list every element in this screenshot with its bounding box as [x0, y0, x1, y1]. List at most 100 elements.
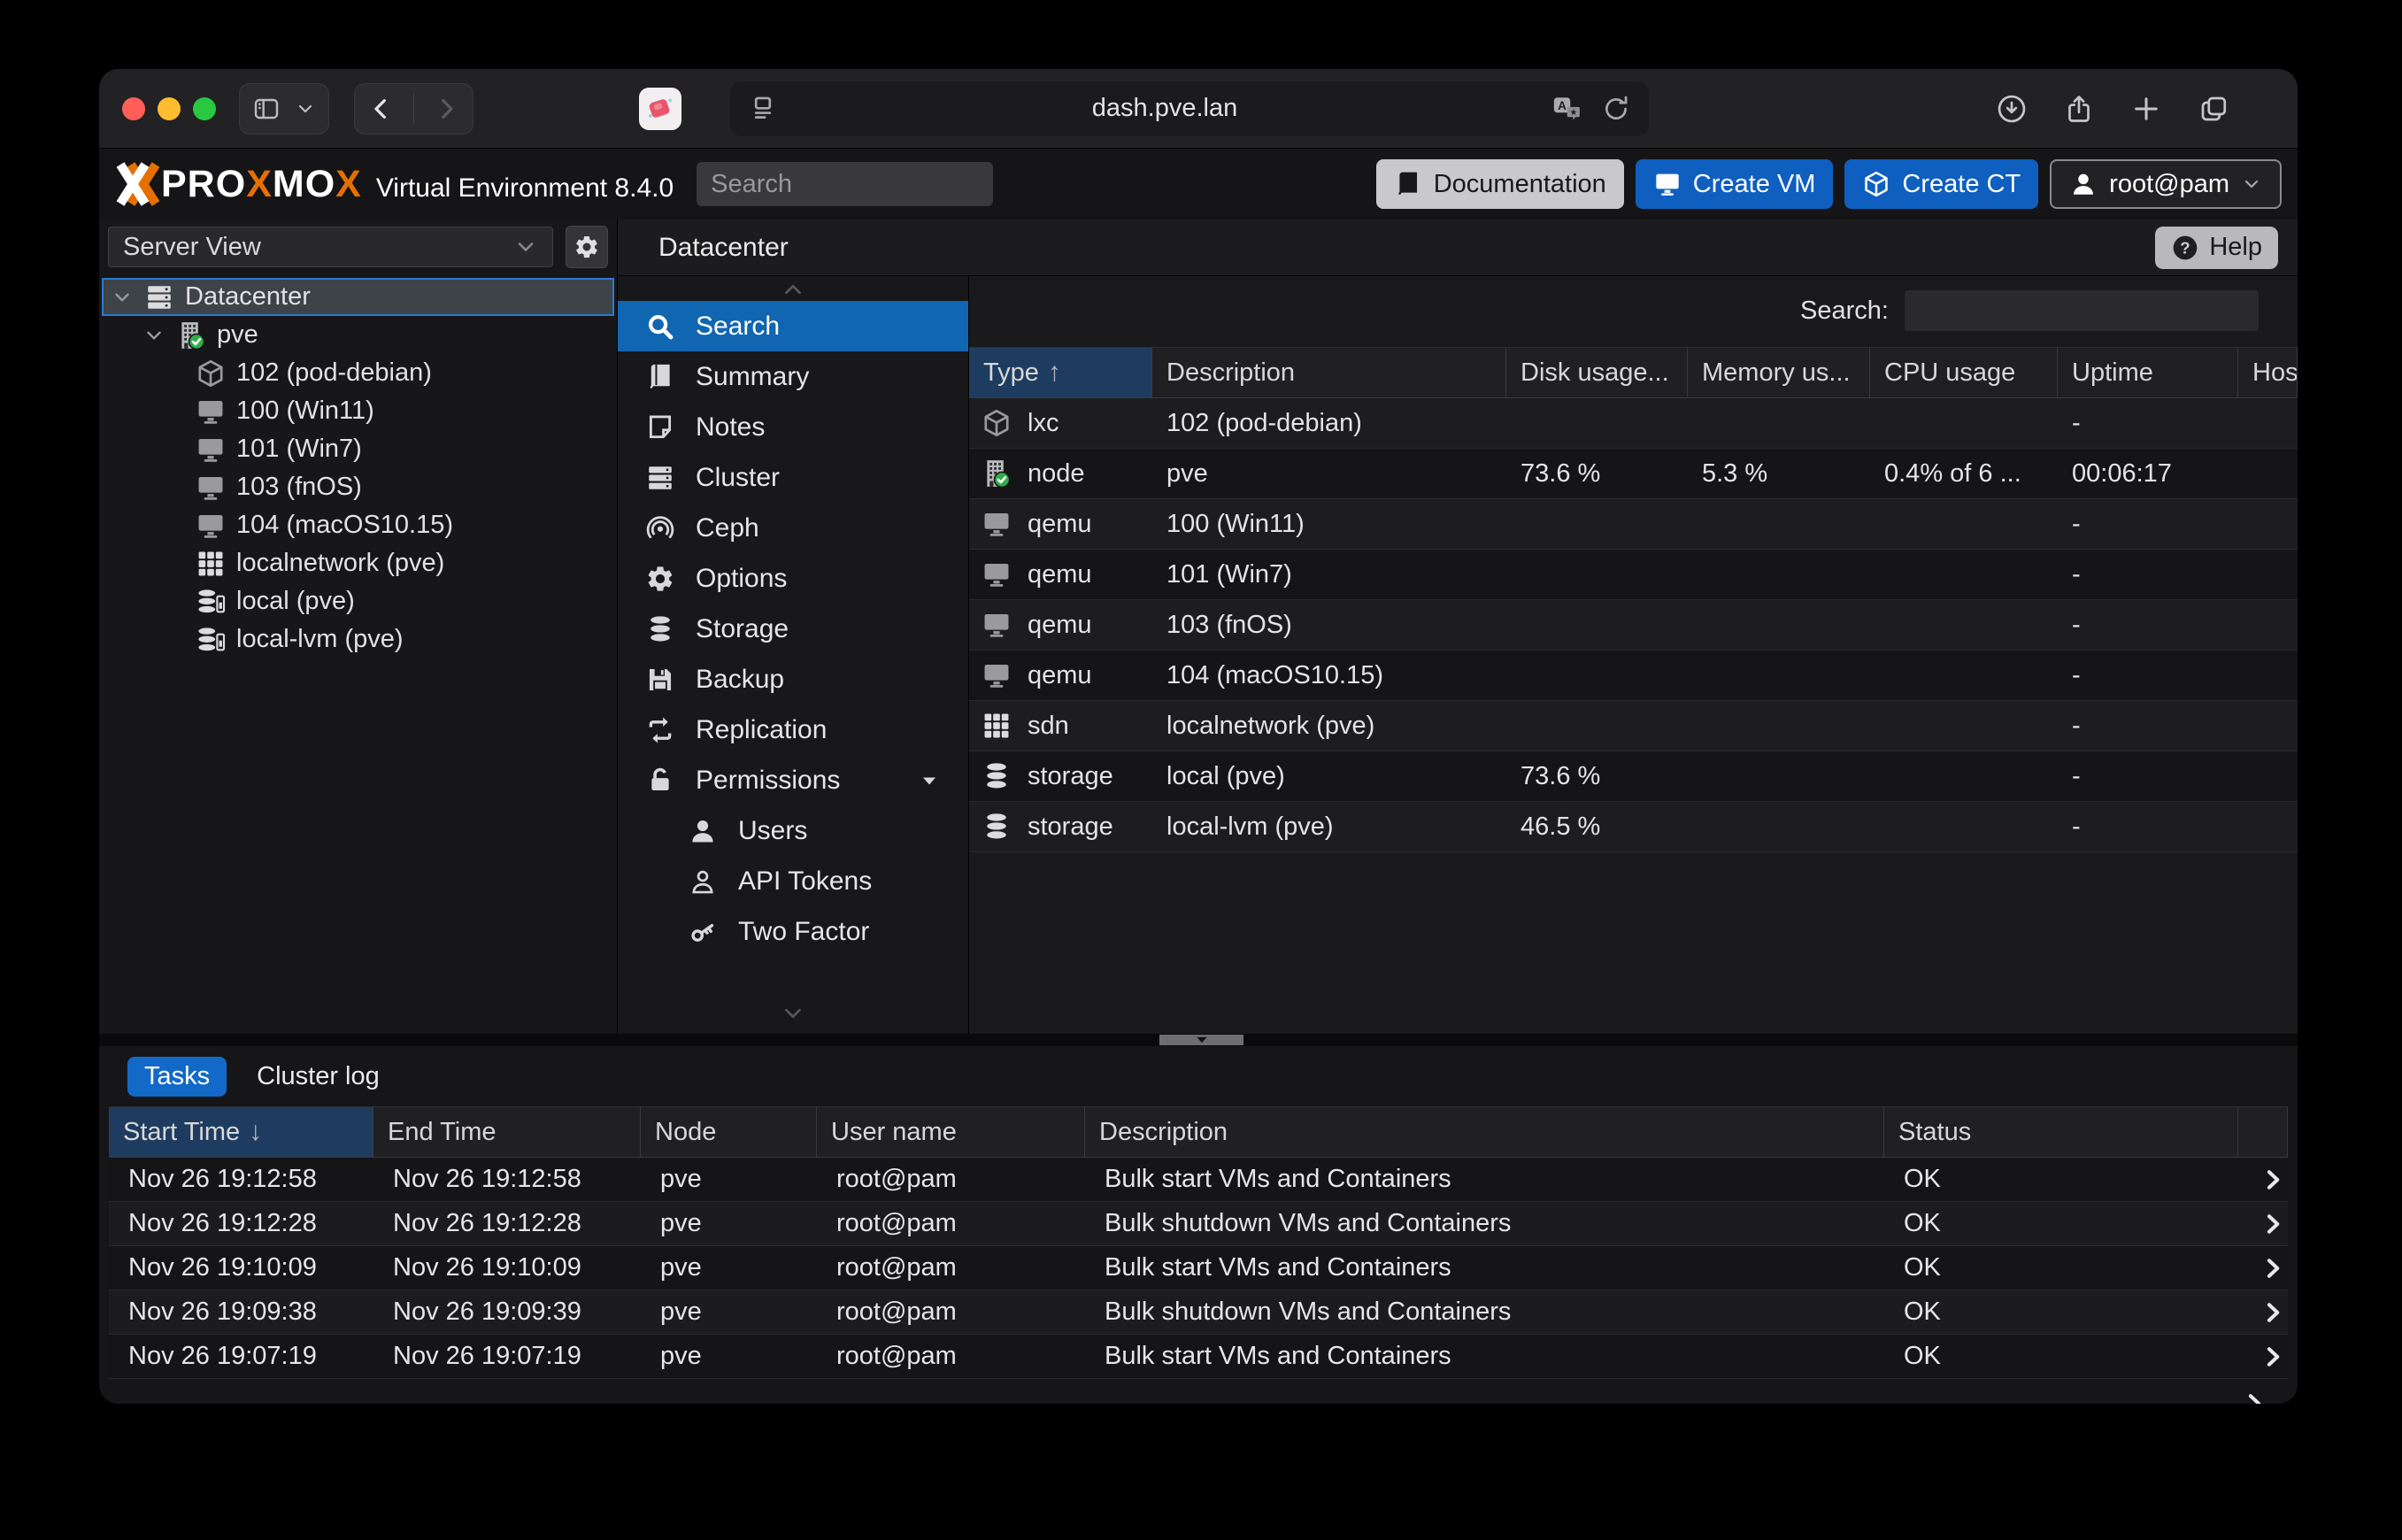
resource-row-localnetwork-pve[interactable]: sdnlocalnetwork (pve)-	[969, 701, 2298, 751]
splitter-handle[interactable]	[1159, 1035, 1243, 1045]
nav-item-cluster[interactable]: Cluster	[618, 452, 968, 503]
nav-item-replication[interactable]: Replication	[618, 705, 968, 755]
resource-tree-panel: Server View Datacenterpve102 (pod-debian…	[99, 219, 618, 1034]
nav-item-options[interactable]: Options	[618, 553, 968, 604]
resource-row-pve[interactable]: nodepve73.6 %5.3 %0.4% of 6 ...00:06:17	[969, 449, 2298, 499]
tree-item-100-win11[interactable]: 100 (Win11)	[102, 392, 614, 430]
memory-cell: 5.3 %	[1688, 459, 1870, 489]
close-window-button[interactable]	[122, 97, 145, 120]
minimize-window-button[interactable]	[158, 97, 181, 120]
new-tab-icon[interactable]	[2130, 93, 2162, 125]
sidebar-toggle-icon[interactable]	[252, 95, 281, 123]
address-bar[interactable]: dash.pve.lan	[730, 81, 1649, 136]
url-text[interactable]: dash.pve.lan	[778, 94, 1551, 123]
tree-item-localnetwork-pve[interactable]: localnetwork (pve)	[102, 544, 614, 582]
share-icon[interactable]	[2063, 93, 2095, 125]
tree-item-datacenter[interactable]: Datacenter	[102, 278, 614, 316]
ceph-icon	[644, 513, 676, 543]
nav-item-users[interactable]: Users	[618, 805, 968, 856]
proxmox-header: PROXMOX Virtual Environment 8.4.0 Docume…	[99, 149, 2298, 219]
resource-row-local-lvm-pve[interactable]: storagelocal-lvm (pve)46.5 %-	[969, 802, 2298, 852]
nav-scroll-up[interactable]	[618, 278, 968, 301]
task-row[interactable]: Nov 26 19:12:28Nov 26 19:12:28pveroot@pa…	[109, 1202, 2288, 1246]
task-row[interactable]: Nov 26 19:09:38Nov 26 19:09:39pveroot@pa…	[109, 1290, 2288, 1335]
tabs-overview-icon[interactable]	[2198, 93, 2229, 125]
nav-item-api-tokens[interactable]: API Tokens	[618, 856, 968, 906]
nav-item-storage[interactable]: Storage	[618, 604, 968, 654]
resource-search-input[interactable]	[1905, 290, 2259, 331]
tree-item-104-macos10-15[interactable]: 104 (macOS10.15)	[102, 506, 614, 544]
view-selector[interactable]: Server View	[108, 227, 553, 267]
tree-settings-button[interactable]	[566, 226, 608, 268]
task-start-cell: Nov 26 19:07:19	[109, 1342, 373, 1371]
task-column-header-description[interactable]: Description	[1085, 1107, 1884, 1157]
task-row[interactable]: Nov 26 19:10:09Nov 26 19:10:09pveroot@pa…	[109, 1246, 2288, 1290]
create-vm-button[interactable]: Create VM	[1636, 159, 1834, 209]
favicon-art-icon	[643, 92, 677, 126]
global-search-input[interactable]	[697, 162, 993, 206]
tree-item-local-pve[interactable]: local (pve)	[102, 582, 614, 620]
tree-item-label: localnetwork (pve)	[236, 549, 444, 578]
documentation-button[interactable]: Documentation	[1376, 159, 1624, 209]
nav-item-notes[interactable]: Notes	[618, 402, 968, 452]
forward-icon[interactable]	[432, 95, 460, 123]
nav-item-summary[interactable]: Summary	[618, 351, 968, 402]
nav-scroll-down[interactable]	[618, 1002, 968, 1025]
help-button[interactable]: Help	[2155, 227, 2278, 269]
resource-row-103-fnos[interactable]: qemu103 (fnOS)-	[969, 600, 2298, 651]
nav-item-search[interactable]: Search	[618, 301, 968, 351]
task-column-header-user-name[interactable]: User name	[817, 1107, 1085, 1157]
resource-row-local-pve[interactable]: storagelocal (pve)73.6 %-	[969, 751, 2298, 802]
resource-row-100-win11[interactable]: qemu100 (Win11)-	[969, 499, 2298, 550]
search-results-panel: Search: Type↑DescriptionDisk usage...Mem…	[969, 276, 2298, 1034]
task-row[interactable]: Nov 26 19:12:58Nov 26 19:12:58pveroot@pa…	[109, 1158, 2288, 1202]
column-header-cpu-usage[interactable]: CPU usage	[1870, 348, 2058, 397]
task-column-header-node[interactable]: Node	[641, 1107, 817, 1157]
column-header-description[interactable]: Description	[1152, 348, 1506, 397]
view-selector-label: Server View	[123, 233, 261, 262]
resource-row-102-pod-debian[interactable]: lxc102 (pod-debian)-	[969, 398, 2298, 449]
nav-item-ceph[interactable]: Ceph	[618, 503, 968, 553]
tab-tasks[interactable]: Tasks	[127, 1057, 227, 1097]
tree-item-102-pod-debian[interactable]: 102 (pod-debian)	[102, 354, 614, 392]
column-header-disk-usage[interactable]: Disk usage...	[1506, 348, 1688, 397]
create-ct-button[interactable]: Create CT	[1844, 159, 2038, 209]
translate-icon[interactable]	[1551, 94, 1582, 124]
column-header-memory-us[interactable]: Memory us...	[1688, 348, 1870, 397]
task-column-header-end-time[interactable]: End Time	[373, 1107, 641, 1157]
tree-item-pve[interactable]: pve	[102, 316, 614, 354]
task-row[interactable]: Nov 26 19:07:19Nov 26 19:07:19pveroot@pa…	[109, 1335, 2288, 1379]
nav-item-permissions[interactable]: Permissions	[618, 755, 968, 805]
download-icon[interactable]	[1996, 93, 2028, 125]
column-header-host[interactable]: Host	[2238, 348, 2298, 397]
description-cell: local-lvm (pve)	[1152, 812, 1506, 842]
sidebar-chevron-down-icon[interactable]	[295, 98, 316, 119]
nav-item-backup[interactable]: Backup	[618, 654, 968, 705]
column-header-uptime[interactable]: Uptime	[2058, 348, 2238, 397]
task-column-header-start-time[interactable]: Start Time↓	[109, 1107, 373, 1157]
task-detail-cell	[2238, 1300, 2288, 1325]
person-icon	[2069, 170, 2098, 198]
resource-row-104-macos10-15[interactable]: qemu104 (macOS10.15)-	[969, 651, 2298, 701]
task-user-cell: root@pam	[817, 1209, 1085, 1238]
reader-icon[interactable]	[748, 94, 778, 124]
panel-splitter[interactable]	[99, 1034, 2298, 1046]
column-header-label: Disk usage...	[1520, 358, 1669, 388]
task-column-header-status[interactable]: Status	[1884, 1107, 2238, 1157]
uptime-cell: -	[2058, 812, 2238, 842]
resource-row-101-win7[interactable]: qemu101 (Win7)-	[969, 550, 2298, 600]
column-header-label: End Time	[388, 1118, 497, 1147]
back-icon[interactable]	[367, 95, 396, 123]
nav-item-two-factor[interactable]: Two Factor	[618, 906, 968, 957]
column-header-type[interactable]: Type↑	[969, 348, 1152, 397]
tree-item-103-fnos[interactable]: 103 (fnOS)	[102, 468, 614, 506]
expand-chevron-icon	[142, 324, 166, 347]
uptime-cell: -	[2058, 560, 2238, 589]
tree-item-local-lvm-pve[interactable]: local-lvm (pve)	[102, 620, 614, 658]
reload-icon[interactable]	[1601, 94, 1631, 124]
uptime-cell: -	[2058, 510, 2238, 539]
tab-cluster-log[interactable]: Cluster log	[257, 1062, 380, 1091]
zoom-window-button[interactable]	[193, 97, 216, 120]
tree-item-101-win7[interactable]: 101 (Win7)	[102, 430, 614, 468]
user-menu-button[interactable]: root@pam	[2050, 159, 2282, 209]
